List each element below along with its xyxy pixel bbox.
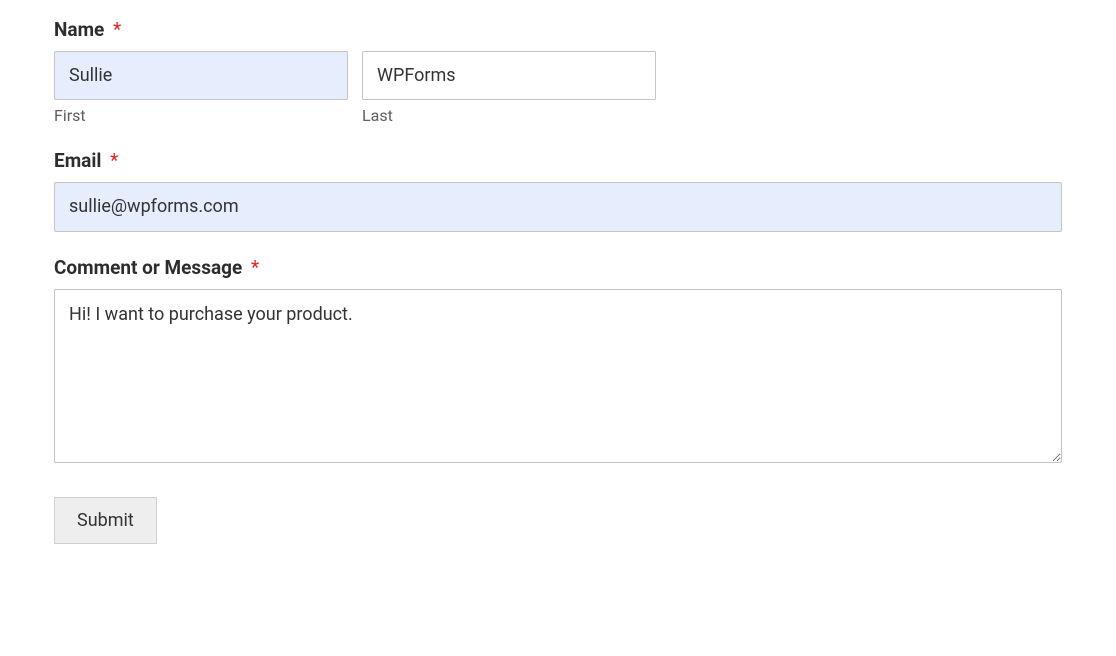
name-label: Name *	[54, 18, 1062, 41]
message-textarea[interactable]	[54, 289, 1062, 463]
email-field: Email *	[54, 149, 1062, 231]
last-name-col: Last	[362, 51, 656, 125]
last-name-input[interactable]	[362, 51, 656, 100]
name-label-text: Name	[54, 18, 104, 41]
message-label-text: Comment or Message	[54, 256, 242, 279]
first-name-sublabel: First	[54, 106, 348, 125]
required-asterisk-icon: *	[110, 149, 118, 172]
email-input[interactable]	[54, 182, 1062, 231]
required-asterisk-icon: *	[113, 18, 121, 41]
first-name-input[interactable]	[54, 51, 348, 100]
required-asterisk-icon: *	[251, 256, 259, 279]
contact-form: Name * First Last Email * Comment or Mes…	[54, 18, 1062, 544]
message-label: Comment or Message *	[54, 256, 1062, 279]
name-row: First Last	[54, 51, 1062, 125]
email-label-text: Email	[54, 149, 101, 172]
name-field: Name * First Last	[54, 18, 1062, 125]
email-label: Email *	[54, 149, 1062, 172]
first-name-col: First	[54, 51, 348, 125]
submit-button[interactable]: Submit	[54, 497, 157, 544]
message-field: Comment or Message *	[54, 256, 1062, 467]
last-name-sublabel: Last	[362, 106, 656, 125]
